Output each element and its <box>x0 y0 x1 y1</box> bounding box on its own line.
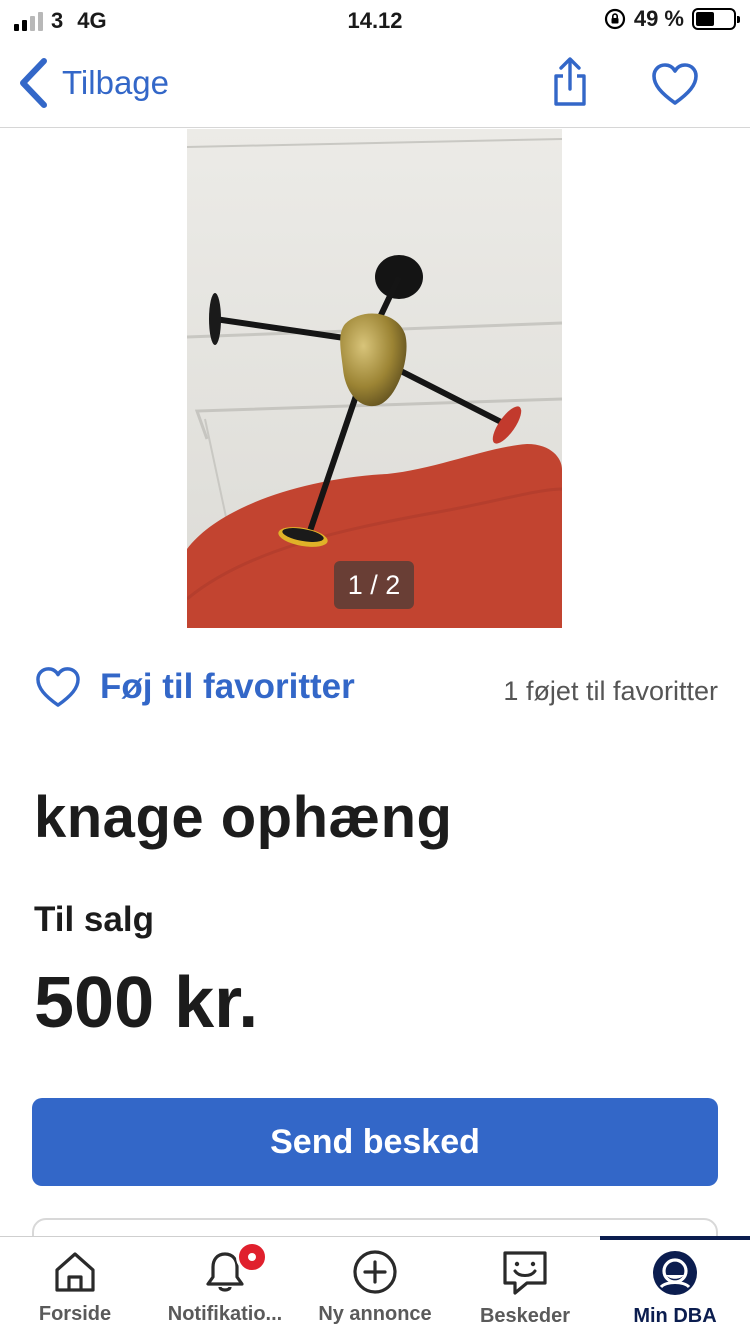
sale-type: Til salg <box>34 900 154 939</box>
back-button[interactable]: Tilbage <box>16 56 169 110</box>
heart-icon <box>652 63 698 105</box>
tab-label: Ny annonce <box>318 1303 432 1325</box>
nav-header: Tilbage <box>0 42 750 128</box>
profile-icon <box>653 1251 697 1295</box>
tab-bar: Forside Notifikatio... Ny annonce Besked… <box>0 1236 750 1334</box>
image-gallery[interactable]: 1 / 2 <box>187 129 562 628</box>
favorites-row: Føj til favoritter 1 føjet til favoritte… <box>34 666 718 722</box>
tab-notifikationer[interactable]: Notifikatio... <box>150 1237 300 1334</box>
back-label: Tilbage <box>62 64 170 101</box>
orientation-lock-icon <box>604 8 625 30</box>
share-icon <box>554 57 586 106</box>
tab-label: Forside <box>38 1303 112 1325</box>
chat-icon <box>503 1251 547 1295</box>
chevron-left-icon <box>20 58 47 108</box>
tab-label: Min DBA <box>633 1305 717 1327</box>
tab-label: Notifikatio... <box>167 1303 283 1325</box>
favorites-count: 1 føjet til favoritter <box>503 676 718 706</box>
status-right: 49 % <box>604 6 740 32</box>
battery-percent: 49 % <box>633 6 684 31</box>
tab-forside[interactable]: Forside <box>0 1237 150 1334</box>
image-counter: 1 / 2 <box>334 561 414 609</box>
tab-beskeder[interactable]: Beskeder <box>450 1237 600 1334</box>
favorite-header-button[interactable] <box>650 62 700 111</box>
add-to-favorites-button[interactable]: Føj til favoritter <box>34 666 355 708</box>
battery-icon <box>692 8 740 30</box>
add-to-favorites-label: Føj til favoritter <box>100 667 355 706</box>
tab-label: Beskeder <box>479 1305 571 1327</box>
share-button[interactable] <box>548 56 592 113</box>
tab-min-dba[interactable]: Min DBA <box>600 1236 750 1334</box>
listing-price: 500 kr. <box>34 963 259 1043</box>
notification-badge <box>236 1241 268 1273</box>
status-bar: 3 4G 14.12 49 % <box>0 0 750 42</box>
listing-title: knage ophæng <box>34 785 453 850</box>
home-icon <box>55 1252 95 1292</box>
send-message-button[interactable]: Send besked <box>32 1098 718 1186</box>
listing-photo <box>187 129 562 628</box>
plus-circle-icon <box>353 1250 397 1294</box>
tab-ny-annonce[interactable]: Ny annonce <box>300 1237 450 1334</box>
heart-icon <box>36 667 80 707</box>
